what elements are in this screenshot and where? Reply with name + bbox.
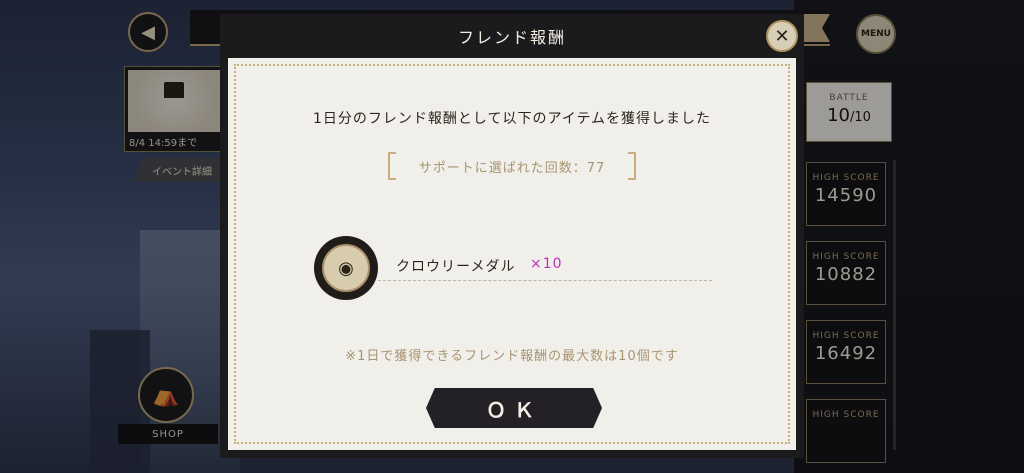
close-icon: ✕ (774, 25, 790, 47)
ok-button[interactable]: ＯＫ (426, 388, 602, 428)
friend-reward-dialog: フレンド報酬 ✕ 1日分のフレンド報酬として以下のアイテムを獲得しました サポー… (220, 14, 804, 458)
ok-label: ＯＫ (486, 397, 542, 422)
dialog-title: フレンド報酬 (457, 28, 566, 47)
max-reward-note: ※1日で獲得できるフレンド報酬の最大数は10個です (345, 349, 679, 364)
medal-icon: ◉ (314, 236, 378, 300)
support-count-box: サポートに選ばれた回数：77 (388, 152, 636, 182)
item-quantity: ×10 (530, 256, 563, 272)
medal-icon-face: ◉ (322, 244, 370, 292)
item-name: クロウリーメダル (396, 259, 516, 275)
close-button[interactable]: ✕ (766, 20, 798, 52)
reward-message: 1日分のフレンド報酬として以下のアイテムを獲得しました (312, 111, 712, 127)
bracket-right (628, 152, 636, 180)
support-count-text: サポートに選ばれた回数：77 (418, 160, 606, 176)
dialog-panel: 1日分のフレンド報酬として以下のアイテムを獲得しました サポートに選ばれた回数：… (228, 58, 796, 450)
item-divider (378, 280, 712, 281)
